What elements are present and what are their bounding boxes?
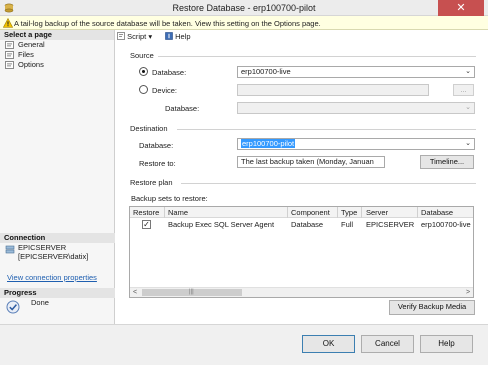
page-general-label: General	[18, 40, 45, 49]
info-message: A tail-log backup of the source database…	[14, 19, 321, 28]
source-divider	[158, 56, 476, 57]
ok-button[interactable]: OK	[302, 335, 355, 353]
source-header: Source	[130, 51, 154, 60]
help-label: Help	[175, 32, 191, 41]
help-button[interactable]: Help	[420, 335, 473, 353]
scroll-left-icon[interactable]: <	[130, 288, 140, 297]
device-browse-button[interactable]: ...	[453, 84, 474, 96]
source-device-radio[interactable]	[139, 85, 148, 94]
restore-to-field[interactable]: The last backup taken (Monday, Januan	[237, 156, 385, 168]
progress-header: Progress	[0, 288, 115, 298]
restore-to-label: Restore to:	[139, 159, 176, 168]
cancel-button[interactable]: Cancel	[361, 335, 414, 353]
help-icon	[165, 32, 173, 40]
source-database-combo[interactable]: erp100700-live ⌄	[237, 66, 475, 78]
chevron-down-icon: ⌄	[465, 68, 471, 75]
warning-icon	[3, 18, 13, 28]
help-toolbar-button[interactable]: Help	[165, 32, 191, 41]
page-options-label: Options	[18, 60, 44, 69]
source-database-radio[interactable]	[139, 67, 148, 76]
window-title: Restore Database - erp100700-pilot	[172, 3, 316, 13]
page-options[interactable]: Options	[0, 60, 114, 70]
column-header-database[interactable]: Database	[421, 208, 453, 217]
page-files-label: Files	[18, 50, 34, 59]
restore-plan-header: Restore plan	[130, 178, 173, 187]
page-general[interactable]: General	[0, 40, 114, 50]
restore-plan-divider	[181, 183, 476, 184]
source-device-database-label: Database:	[165, 104, 200, 113]
destination-database-label: Database:	[139, 141, 174, 150]
verify-backup-media-button[interactable]: Verify Backup Media	[389, 300, 475, 315]
page-icon	[5, 61, 14, 69]
left-pane: Select a page General Files Options Conn…	[0, 30, 115, 324]
source-device-database-combo[interactable]: ⌄	[237, 102, 475, 114]
horizontal-scrollbar[interactable]: < ||| >	[130, 287, 473, 297]
server-connection-icon	[5, 245, 15, 254]
dialog-button-bar: OK Cancel Help	[0, 324, 488, 365]
backup-sets-grid[interactable]: Restore Name Component Type Server Datab…	[129, 206, 474, 298]
progress-status: Done	[31, 298, 49, 307]
source-database-value: erp100700-live	[241, 67, 291, 76]
view-connection-properties-link[interactable]: View connection properties	[7, 273, 97, 282]
column-header-component[interactable]: Component	[291, 208, 330, 217]
script-button[interactable]: Script ▾	[117, 32, 152, 41]
source-device-field[interactable]	[237, 84, 429, 96]
restore-checkbox[interactable]: ✓	[142, 220, 151, 229]
cell-name: Backup Exec SQL Server Agent	[168, 220, 275, 229]
table-row[interactable]: ✓ Backup Exec SQL Server Agent Database …	[130, 219, 473, 230]
cell-type: Full	[341, 220, 354, 229]
close-button[interactable]: ✕	[438, 0, 484, 16]
page-icon	[5, 41, 14, 49]
cell-component: Database	[291, 220, 324, 229]
script-dropdown-icon[interactable]: ▾	[148, 32, 152, 41]
cell-server: EPICSERVER	[366, 220, 415, 229]
progress-done-icon	[6, 300, 20, 314]
source-device-label: Device:	[152, 86, 178, 95]
backup-sets-label: Backup sets to restore:	[131, 194, 208, 203]
column-header-server[interactable]: Server	[366, 208, 388, 217]
chevron-down-icon: ⌄	[465, 104, 471, 111]
info-bar: A tail-log backup of the source database…	[0, 16, 488, 30]
title-bar: Restore Database - erp100700-pilot ✕	[0, 0, 488, 16]
scroll-right-icon[interactable]: >	[463, 288, 473, 297]
destination-database-value: erp100700-pilot	[241, 139, 296, 148]
connection-server: EPICSERVER	[18, 243, 67, 252]
connection-user: [EPICSERVER\datix]	[18, 252, 89, 261]
destination-divider	[177, 129, 476, 130]
chevron-down-icon: ⌄	[465, 140, 471, 147]
destination-database-combo[interactable]: erp100700-pilot ⌄	[237, 138, 475, 150]
column-header-restore[interactable]: Restore	[133, 208, 159, 217]
connection-header: Connection	[0, 233, 115, 243]
select-page-header: Select a page	[0, 30, 114, 40]
timeline-button[interactable]: Timeline...	[420, 155, 474, 169]
script-icon	[117, 32, 125, 40]
toolbar: Script ▾ Help	[117, 31, 488, 42]
column-header-type[interactable]: Type	[341, 208, 357, 217]
scroll-grip-icon: |||	[189, 289, 194, 295]
page-files[interactable]: Files	[0, 50, 114, 60]
grid-header: Restore Name Component Type Server Datab…	[130, 207, 473, 218]
script-label: Script	[127, 32, 147, 41]
destination-header: Destination	[130, 124, 168, 133]
page-icon	[5, 51, 14, 59]
cell-database: erp100700-live	[421, 220, 471, 229]
source-database-label: Database:	[152, 68, 187, 77]
column-header-name[interactable]: Name	[168, 208, 188, 217]
